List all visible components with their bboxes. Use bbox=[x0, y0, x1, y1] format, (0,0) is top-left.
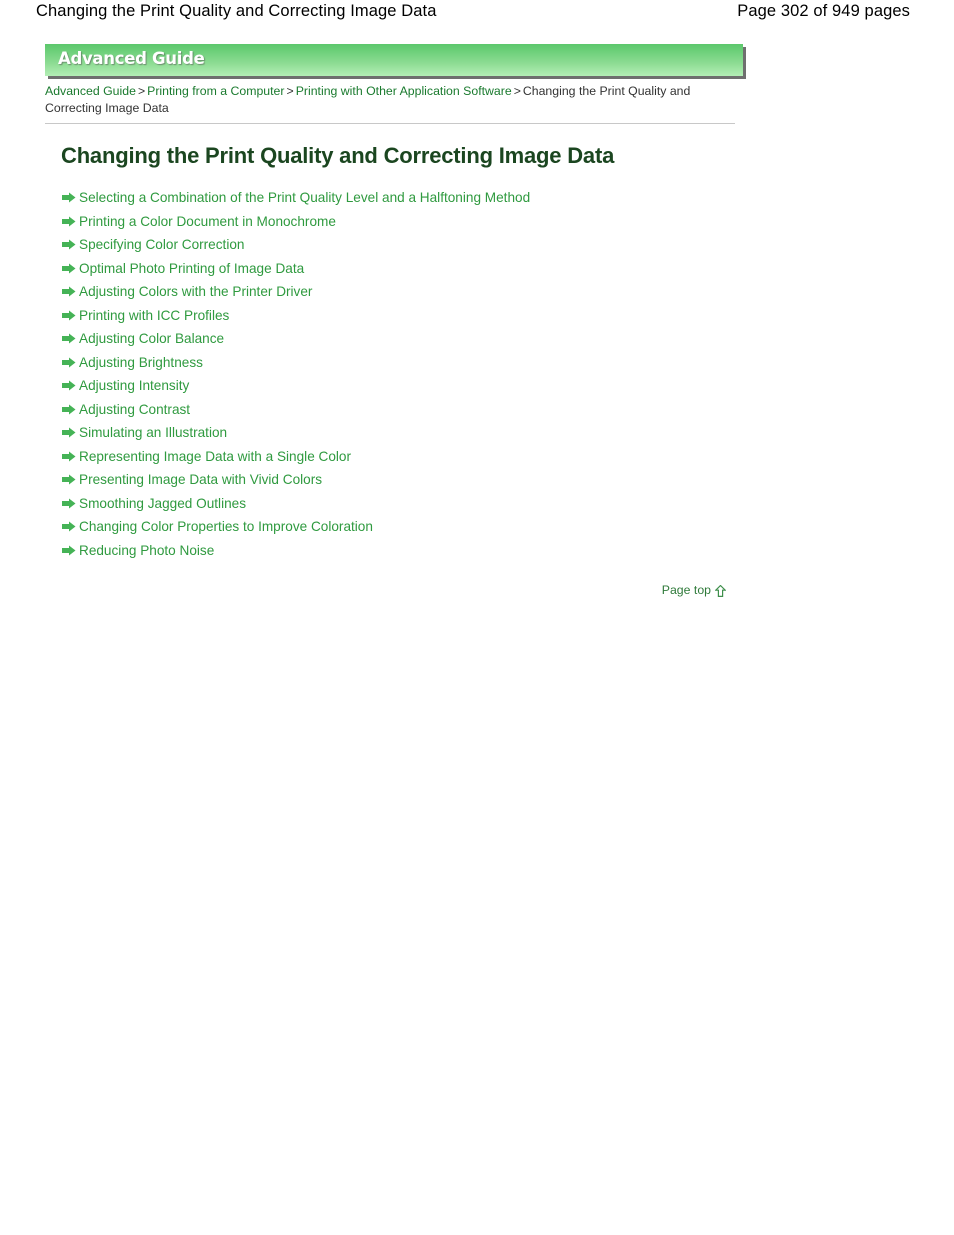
breadcrumb-item-printing-from-a-computer[interactable]: Printing from a Computer bbox=[147, 84, 284, 98]
arrow-right-icon bbox=[62, 545, 76, 556]
breadcrumb-item-printing-with-other-application-software[interactable]: Printing with Other Application Software bbox=[296, 84, 512, 98]
arrow-right-icon bbox=[62, 380, 76, 391]
list-item-link[interactable]: Representing Image Data with a Single Co… bbox=[79, 445, 351, 469]
header-divider bbox=[45, 123, 735, 124]
list-item-link[interactable]: Specifying Color Correction bbox=[79, 233, 244, 257]
list-item-link[interactable]: Printing with ICC Profiles bbox=[79, 304, 229, 328]
list-item[interactable]: Adjusting Intensity bbox=[62, 374, 905, 398]
arrow-right-icon bbox=[62, 216, 76, 227]
list-item[interactable]: Adjusting Colors with the Printer Driver bbox=[62, 280, 905, 304]
list-item[interactable]: Adjusting Color Balance bbox=[62, 327, 905, 351]
list-item-link[interactable]: Simulating an Illustration bbox=[79, 421, 227, 445]
breadcrumb-separator: > bbox=[137, 84, 146, 98]
list-item-link[interactable]: Printing a Color Document in Monochrome bbox=[79, 210, 336, 234]
page-top-label: Page top bbox=[661, 583, 711, 597]
list-item[interactable]: Printing with ICC Profiles bbox=[62, 304, 905, 328]
page-top-link[interactable]: Page top bbox=[662, 583, 726, 597]
page-title: Changing the Print Quality and Correctin… bbox=[61, 143, 615, 168]
page-content: Advanced Guide Advanced Guide > Printing f… bbox=[45, 44, 905, 599]
list-item[interactable]: Adjusting Contrast bbox=[62, 398, 905, 422]
list-item-link[interactable]: Smoothing Jagged Outlines bbox=[79, 492, 246, 516]
arrow-right-icon bbox=[62, 239, 76, 250]
list-item-link[interactable]: Adjusting Contrast bbox=[79, 398, 190, 422]
list-item-link[interactable]: Adjusting Intensity bbox=[79, 374, 189, 398]
list-item[interactable]: Changing Color Properties to Improve Col… bbox=[62, 515, 905, 539]
arrow-right-icon bbox=[62, 404, 76, 415]
arrow-right-icon bbox=[62, 286, 76, 297]
breadcrumb-item-advanced-guide[interactable]: Advanced Guide bbox=[45, 84, 136, 98]
topic-link-list: Selecting a Combination of the Print Qua… bbox=[45, 186, 905, 562]
list-item[interactable]: Selecting a Combination of the Print Qua… bbox=[62, 186, 905, 210]
list-item-link[interactable]: Adjusting Brightness bbox=[79, 351, 203, 375]
arrow-right-icon bbox=[62, 474, 76, 485]
list-item[interactable]: Specifying Color Correction bbox=[62, 233, 905, 257]
arrow-right-icon bbox=[62, 192, 76, 203]
page-top-row: Page top bbox=[45, 581, 735, 599]
list-item[interactable]: Reducing Photo Noise bbox=[62, 539, 905, 563]
list-item-link[interactable]: Adjusting Colors with the Printer Driver bbox=[79, 280, 312, 304]
arrow-right-icon bbox=[62, 310, 76, 321]
list-item-link[interactable]: Reducing Photo Noise bbox=[79, 539, 214, 563]
document-header: Changing the Print Quality and Correctin… bbox=[0, 0, 954, 30]
list-item-link[interactable]: Optimal Photo Printing of Image Data bbox=[79, 257, 304, 281]
list-item-link[interactable]: Adjusting Color Balance bbox=[79, 327, 224, 351]
list-item[interactable]: Simulating an Illustration bbox=[62, 421, 905, 445]
document-header-page-number: Page 302 of 949 pages bbox=[737, 2, 910, 20]
list-item-link[interactable]: Presenting Image Data with Vivid Colors bbox=[79, 468, 322, 492]
breadcrumb-separator: > bbox=[286, 84, 294, 98]
list-item[interactable]: Smoothing Jagged Outlines bbox=[62, 492, 905, 516]
list-item[interactable]: Adjusting Brightness bbox=[62, 351, 905, 375]
arrow-right-icon bbox=[62, 498, 76, 509]
arrow-right-icon bbox=[62, 333, 76, 344]
list-item[interactable]: Representing Image Data with a Single Co… bbox=[62, 445, 905, 469]
list-item[interactable]: Optimal Photo Printing of Image Data bbox=[62, 257, 905, 281]
list-item-link[interactable]: Selecting a Combination of the Print Qua… bbox=[79, 186, 530, 210]
advanced-guide-banner: Advanced Guide bbox=[45, 44, 743, 76]
arrow-right-icon bbox=[62, 427, 76, 438]
arrow-right-icon bbox=[62, 263, 76, 274]
list-item[interactable]: Presenting Image Data with Vivid Colors bbox=[62, 468, 905, 492]
arrow-up-icon bbox=[715, 585, 726, 597]
arrow-right-icon bbox=[62, 451, 76, 462]
list-item-link[interactable]: Changing Color Properties to Improve Col… bbox=[79, 515, 373, 539]
arrow-right-icon bbox=[62, 357, 76, 368]
breadcrumb: Advanced Guide > Printing from a Computer >… bbox=[45, 83, 735, 117]
breadcrumb-separator: > bbox=[513, 84, 521, 98]
document-header-title: Changing the Print Quality and Correctin… bbox=[36, 2, 437, 20]
advanced-guide-banner-label: Advanced Guide bbox=[58, 49, 205, 68]
list-item[interactable]: Printing a Color Document in Monochrome bbox=[62, 210, 905, 234]
arrow-right-icon bbox=[62, 521, 76, 532]
